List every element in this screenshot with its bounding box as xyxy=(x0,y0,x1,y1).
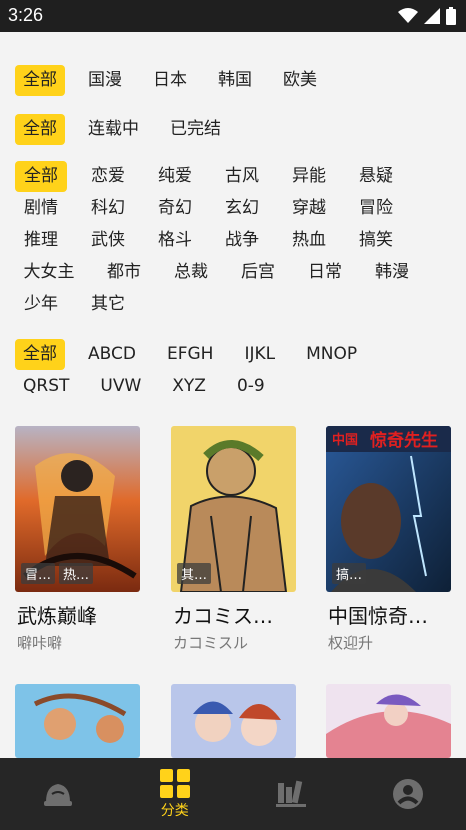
comic-tag: 搞… xyxy=(332,563,367,584)
status-chip[interactable]: 连载中 xyxy=(80,114,147,145)
genre-chip[interactable]: 古风 xyxy=(216,161,268,192)
nav-category-label: 分类 xyxy=(160,803,189,819)
genre-chip[interactable]: 冒险 xyxy=(350,193,402,224)
status-bar: 3:26 xyxy=(0,0,466,32)
wifi-icon xyxy=(398,8,418,23)
home-bun-icon xyxy=(44,784,73,806)
comic-author: 权迎升 xyxy=(328,634,374,652)
genre-chip[interactable]: 悬疑 xyxy=(350,161,402,192)
comic-tag: 热… xyxy=(59,563,94,584)
region-chip[interactable]: 全部 xyxy=(15,65,65,96)
genre-chip[interactable]: 纯爱 xyxy=(149,161,201,192)
letter-chip[interactable]: QRST xyxy=(15,371,77,402)
genre-chip[interactable]: 后宫 xyxy=(232,257,284,288)
comic-tags: 搞… xyxy=(332,563,367,584)
category-grid-icon xyxy=(159,769,190,798)
comic-cover[interactable] xyxy=(15,684,140,758)
comic-cover[interactable]: 中国 惊奇先生 搞… xyxy=(326,426,451,592)
battery-icon xyxy=(446,7,456,25)
region-chip[interactable]: 韩国 xyxy=(210,65,260,96)
bottom-nav: 分类 xyxy=(0,758,466,830)
letter-chip[interactable]: XYZ xyxy=(164,371,214,402)
genre-chip[interactable]: 科幻 xyxy=(82,193,134,224)
letter-chip[interactable]: MNOP xyxy=(298,339,365,370)
letter-chip[interactable]: UVW xyxy=(92,371,149,402)
letter-chip[interactable]: 全部 xyxy=(15,339,65,370)
status-filter-row: 全部 连载中 已完结 xyxy=(15,114,455,145)
profile-icon xyxy=(392,779,423,809)
genre-filter-row: 全部 恋爱 纯爱 古风 异能 悬疑剧情 科幻 奇幻 玄幻 穿越 冒险推理 武侠 格斗 战争 热血 搞笑大女主都… xyxy=(15,161,455,320)
comic-author: 噼咔噼 xyxy=(17,634,63,652)
comic-title: 武炼巅峰 xyxy=(17,604,97,628)
cover-image xyxy=(15,684,140,758)
comic-title: 中国惊奇… xyxy=(328,604,428,628)
comic-cover[interactable] xyxy=(326,684,451,758)
comic-cover[interactable]: 冒… 热… xyxy=(15,426,140,592)
comic-tag: 冒… xyxy=(21,563,56,584)
genre-chip[interactable]: 武侠 xyxy=(82,225,134,256)
svg-text:中国: 中国 xyxy=(332,432,358,448)
genre-chip[interactable]: 日常 xyxy=(299,257,351,288)
status-chip[interactable]: 已完结 xyxy=(162,114,229,145)
genre-chip[interactable]: 穿越 xyxy=(283,193,335,224)
signal-icon xyxy=(424,8,440,24)
region-chip[interactable]: 国漫 xyxy=(80,65,130,96)
comic-tag: 其… xyxy=(177,563,212,584)
genre-chip[interactable]: 战争 xyxy=(216,225,268,256)
region-chip[interactable]: 欧美 xyxy=(275,65,325,96)
region-filter-row: 全部 国漫 日本 韩国 欧美 xyxy=(15,65,455,96)
comic-tags: 冒… 热… xyxy=(21,563,94,584)
letter-filter-row: 全部 ABCD EFGH IJKL MNOP QRST UVW XYZ 0-9 xyxy=(15,339,455,402)
comic-cover[interactable] xyxy=(171,684,296,758)
region-chip[interactable]: 日本 xyxy=(145,65,195,96)
letter-chip[interactable]: 0-9 xyxy=(229,371,273,402)
genre-chip[interactable]: 恋爱 xyxy=(82,161,134,192)
nav-category[interactable]: 分类 xyxy=(117,758,234,830)
comic-author: カコミスル xyxy=(173,634,249,652)
nav-home[interactable] xyxy=(0,758,117,830)
cover-image xyxy=(171,684,296,758)
comic-tags: 其… xyxy=(177,563,212,584)
svg-text:惊奇先生: 惊奇先生 xyxy=(370,430,438,451)
genre-chip[interactable]: 异能 xyxy=(283,161,335,192)
genre-chip[interactable]: 少年 xyxy=(15,289,67,320)
comic-cover[interactable]: 其… xyxy=(171,426,296,592)
genre-chip[interactable]: 都市 xyxy=(98,257,150,288)
genre-chip[interactable]: 大女主 xyxy=(15,257,83,288)
status-icons xyxy=(398,7,456,25)
cover-image xyxy=(326,684,451,758)
genre-chip[interactable]: 剧情 xyxy=(15,193,67,224)
genre-chip[interactable]: 格斗 xyxy=(149,225,201,256)
status-time: 3:26 xyxy=(8,5,44,25)
genre-chip[interactable]: 其它 xyxy=(82,289,134,320)
letter-chip[interactable]: ABCD xyxy=(80,339,144,370)
letter-chip[interactable]: IJKL xyxy=(236,339,283,370)
comic-title: カコミス… xyxy=(173,604,273,628)
genre-chip[interactable]: 热血 xyxy=(283,225,335,256)
genre-chip[interactable]: 韩漫 xyxy=(366,257,418,288)
bookshelf-icon xyxy=(276,780,307,807)
filter-panel: 全部 国漫 日本 韩国 欧美 全部 连载中 已完结 全部 恋爱 纯爱 古风 异能 悬疑 剧情 科幻 奇幻 玄幻… xyxy=(0,32,466,412)
nav-profile[interactable] xyxy=(350,758,466,830)
nav-bookshelf[interactable] xyxy=(233,758,350,830)
genre-chip[interactable]: 搞笑 xyxy=(350,225,402,256)
genre-chip[interactable]: 奇幻 xyxy=(149,193,201,224)
genre-chip[interactable]: 玄幻 xyxy=(216,193,268,224)
genre-chip[interactable]: 全部 xyxy=(15,161,67,192)
letter-chip[interactable]: EFGH xyxy=(159,339,221,370)
genre-chip[interactable]: 总裁 xyxy=(165,257,217,288)
status-chip[interactable]: 全部 xyxy=(15,114,65,145)
genre-chip[interactable]: 推理 xyxy=(15,225,67,256)
